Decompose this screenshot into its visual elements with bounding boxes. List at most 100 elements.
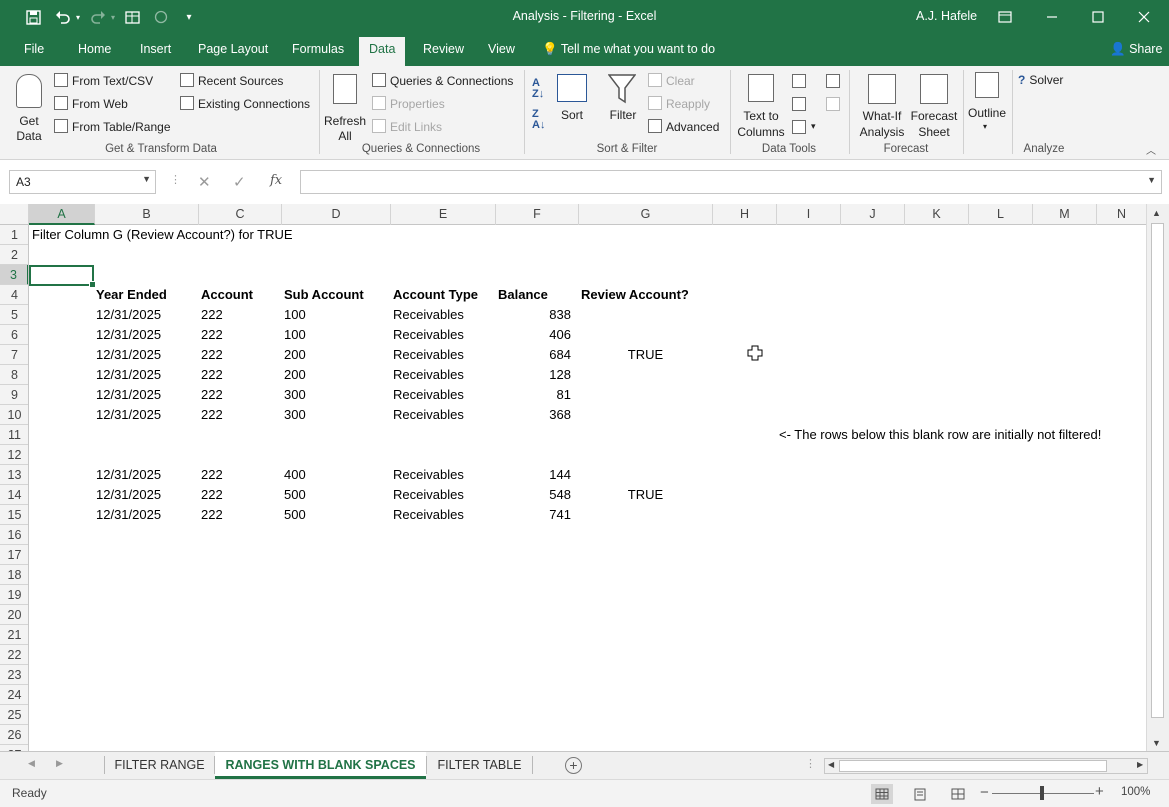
- scroll-up-icon[interactable]: ▲: [1152, 208, 1161, 218]
- column-header-g[interactable]: G: [579, 204, 713, 225]
- what-if-analysis-button[interactable]: What-If Analysis: [854, 72, 910, 139]
- column-header-e[interactable]: E: [391, 204, 496, 225]
- close-icon[interactable]: [1134, 7, 1154, 27]
- cell-balance[interactable]: 741: [497, 505, 571, 525]
- prev-sheet-icon[interactable]: ◀: [28, 758, 35, 769]
- row-header-13[interactable]: 13: [0, 465, 28, 485]
- row-header-9[interactable]: 9: [0, 385, 28, 405]
- row-header-24[interactable]: 24: [0, 685, 28, 705]
- tab-insert[interactable]: Insert: [140, 42, 171, 56]
- row-header-3[interactable]: 3: [0, 265, 28, 285]
- header-account-type[interactable]: Account Type: [393, 285, 478, 305]
- worksheet-grid[interactable]: Filter Column G (Review Account?) for TR…: [29, 225, 1146, 751]
- cell-review[interactable]: [580, 385, 711, 405]
- cell-sub[interactable]: 300: [284, 405, 344, 425]
- reapply-button[interactable]: Reapply: [648, 96, 710, 111]
- cell-balance[interactable]: 684: [497, 345, 571, 365]
- relationships-icon[interactable]: [826, 97, 840, 111]
- cell-sub[interactable]: 100: [284, 325, 344, 345]
- row-header-19[interactable]: 19: [0, 585, 28, 605]
- cell-review[interactable]: [580, 405, 711, 425]
- note-blank-row[interactable]: <- The rows below this blank row are ini…: [779, 425, 1101, 445]
- queries-connections-button[interactable]: Queries & Connections: [372, 73, 513, 88]
- name-box[interactable]: A3 ▼: [9, 170, 156, 194]
- page-break-view-icon[interactable]: [947, 784, 969, 804]
- column-header-n[interactable]: N: [1097, 204, 1146, 225]
- confirm-entry-icon[interactable]: ✓: [233, 173, 246, 191]
- page-layout-view-icon[interactable]: [909, 784, 931, 804]
- column-header-m[interactable]: M: [1033, 204, 1097, 225]
- cell-date[interactable]: 12/31/2025: [96, 485, 176, 505]
- cell-type[interactable]: Receivables: [393, 305, 493, 325]
- maximize-icon[interactable]: [1088, 7, 1108, 27]
- cell-review[interactable]: [580, 465, 711, 485]
- header-balance[interactable]: Balance: [498, 285, 548, 305]
- cell-account[interactable]: 222: [201, 505, 261, 525]
- cell-review[interactable]: [580, 365, 711, 385]
- vertical-scrollbar[interactable]: ▲ ▼: [1146, 204, 1169, 751]
- sort-button[interactable]: Sort: [555, 72, 589, 130]
- row-header-16[interactable]: 16: [0, 525, 28, 545]
- row-header-15[interactable]: 15: [0, 505, 28, 525]
- cell-sub[interactable]: 200: [284, 345, 344, 365]
- minimize-icon[interactable]: [1042, 7, 1062, 27]
- cell-date[interactable]: 12/31/2025: [96, 505, 176, 525]
- remove-duplicates-icon[interactable]: [792, 97, 806, 111]
- name-box-dropdown-icon[interactable]: ▼: [142, 174, 151, 184]
- from-text-csv-button[interactable]: From Text/CSV: [54, 73, 153, 88]
- scroll-right-icon[interactable]: ▶: [1137, 760, 1143, 769]
- recent-sources-button[interactable]: Recent Sources: [180, 73, 283, 88]
- cell-balance[interactable]: 81: [497, 385, 571, 405]
- cell-balance[interactable]: 838: [497, 305, 571, 325]
- column-header-b[interactable]: B: [95, 204, 199, 225]
- cell-account[interactable]: 222: [201, 485, 261, 505]
- header-year-ended[interactable]: Year Ended: [96, 285, 167, 305]
- zoom-slider-thumb[interactable]: [1040, 786, 1044, 800]
- row-header-7[interactable]: 7: [0, 345, 28, 365]
- cell-review[interactable]: [580, 305, 711, 325]
- zoom-level[interactable]: 100%: [1121, 786, 1150, 798]
- header-sub-account[interactable]: Sub Account: [284, 285, 364, 305]
- cell-date[interactable]: 12/31/2025: [96, 345, 176, 365]
- forecast-sheet-button[interactable]: Forecast Sheet: [910, 72, 958, 139]
- more-options-icon[interactable]: ⋮: [170, 173, 181, 186]
- consolidate-icon[interactable]: [826, 74, 840, 88]
- cell-sub[interactable]: 500: [284, 485, 344, 505]
- flash-fill-icon[interactable]: [792, 74, 806, 88]
- row-header-17[interactable]: 17: [0, 545, 28, 565]
- sheet-tab-filter-range[interactable]: FILTER RANGE: [105, 752, 214, 779]
- cell-sub[interactable]: 200: [284, 365, 344, 385]
- cell-review[interactable]: [580, 505, 711, 525]
- cell-account[interactable]: 222: [201, 305, 261, 325]
- scroll-left-icon[interactable]: ◀: [828, 760, 834, 769]
- data-validation-icon[interactable]: [792, 120, 806, 134]
- cell-account[interactable]: 222: [201, 465, 261, 485]
- row-header-6[interactable]: 6: [0, 325, 28, 345]
- sort-az-icon[interactable]: A Z↓: [532, 78, 544, 100]
- row-header-1[interactable]: 1: [0, 225, 28, 245]
- column-header-h[interactable]: H: [713, 204, 777, 225]
- row-header-21[interactable]: 21: [0, 625, 28, 645]
- cell-type[interactable]: Receivables: [393, 385, 493, 405]
- filter-button[interactable]: Filter: [604, 72, 642, 130]
- horizontal-scrollbar[interactable]: ◀ ▶: [824, 758, 1148, 774]
- tab-splitter-icon[interactable]: ⋮: [805, 757, 816, 770]
- cell-type[interactable]: Receivables: [393, 325, 493, 345]
- expand-formula-icon[interactable]: ▼: [1147, 175, 1156, 185]
- cell-date[interactable]: 12/31/2025: [96, 405, 176, 425]
- column-header-i[interactable]: I: [777, 204, 841, 225]
- cell-review[interactable]: [580, 325, 711, 345]
- row-header-10[interactable]: 10: [0, 405, 28, 425]
- cell-review[interactable]: TRUE: [580, 345, 711, 365]
- from-web-button[interactable]: From Web: [54, 96, 128, 111]
- text-to-columns-button[interactable]: Text to Columns: [736, 72, 786, 139]
- row-header-11[interactable]: 11: [0, 425, 28, 445]
- tab-formulas[interactable]: Formulas: [292, 42, 344, 56]
- scroll-down-icon[interactable]: ▼: [1152, 738, 1161, 748]
- advanced-filter-button[interactable]: Advanced: [648, 119, 719, 134]
- row-header-12[interactable]: 12: [0, 445, 28, 465]
- column-header-f[interactable]: F: [496, 204, 579, 225]
- row-header-22[interactable]: 22: [0, 645, 28, 665]
- sheet-tab-ranges-with-blank-spaces[interactable]: RANGES WITH BLANK SPACES: [215, 752, 426, 779]
- cell-a1[interactable]: Filter Column G (Review Account?) for TR…: [32, 225, 293, 245]
